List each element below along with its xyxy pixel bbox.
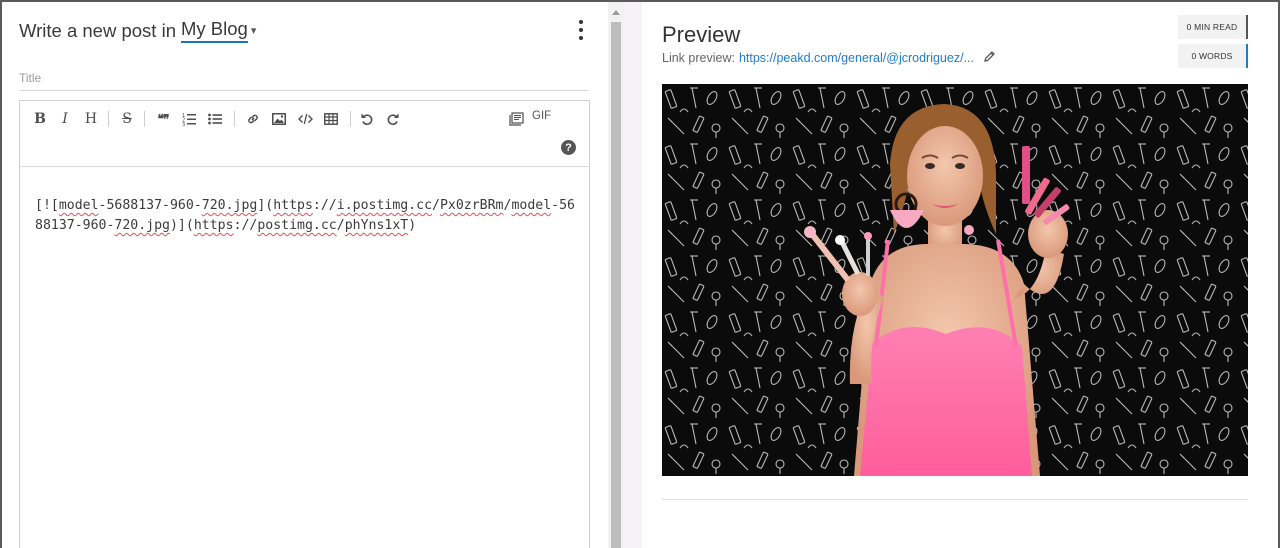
- scroll-up-icon[interactable]: [612, 10, 620, 15]
- md-text-segment: -5688137-960-: [98, 198, 202, 213]
- preview-image: [662, 84, 1248, 476]
- pencil-icon[interactable]: [983, 50, 996, 66]
- link-preview-url[interactable]: https://peakd.com/general/@jcrodriguez/.…: [739, 51, 974, 65]
- preview-divider: [662, 499, 1248, 500]
- blog-selector[interactable]: My Blog: [180, 18, 248, 43]
- bold-button[interactable]: B: [29, 109, 51, 129]
- svg-text:3: 3: [182, 122, 185, 126]
- unordered-list-icon[interactable]: [204, 109, 226, 129]
- link-preview-label: Link preview:: [662, 51, 735, 65]
- markdown-editor: B I H S ❝❞ 123 GIF ? [![model-5688137-96…: [19, 100, 590, 548]
- image-icon[interactable]: [268, 109, 290, 129]
- word-count-badge: 0 WORDS: [1178, 44, 1248, 68]
- md-text-segment: model: [58, 198, 99, 213]
- link-icon[interactable]: [242, 109, 264, 129]
- toolbar-divider: [108, 111, 109, 127]
- title-input[interactable]: [19, 65, 589, 91]
- editor-panel: Write a new post in My Blog ▾ B I H S ❝❞…: [2, 2, 608, 548]
- heading-button[interactable]: H: [80, 109, 102, 129]
- preview-panel: Preview Link preview: https://peakd.com/…: [642, 2, 1278, 548]
- undo-icon[interactable]: [356, 109, 378, 129]
- markdown-content[interactable]: [![model-5688137-960-720.jpg](https://i.…: [35, 196, 580, 236]
- ordered-list-icon[interactable]: 123: [178, 109, 200, 129]
- code-icon[interactable]: [294, 109, 316, 129]
- md-text-segment: https: [273, 198, 313, 213]
- md-text-segment: /: [432, 198, 440, 213]
- md-text-segment: https: [193, 218, 234, 233]
- md-text-segment: ): [408, 218, 417, 233]
- md-text-segment: i.postimg.cc: [336, 198, 433, 213]
- md-text-segment: Px0zrBRm: [439, 198, 504, 213]
- model-photo: [662, 84, 1248, 476]
- post-header-prefix: Write a new post in: [19, 19, 176, 41]
- md-text-segment: /: [336, 218, 345, 233]
- snippets-icon[interactable]: [506, 109, 528, 129]
- min-read-badge: 0 MIN READ: [1178, 15, 1248, 39]
- md-text-segment: model: [511, 198, 552, 213]
- italic-button[interactable]: I: [54, 109, 76, 129]
- post-header: Write a new post in My Blog ▾: [19, 18, 256, 43]
- toolbar-divider: [144, 111, 145, 127]
- kebab-menu-icon[interactable]: [576, 20, 586, 40]
- help-icon[interactable]: ?: [561, 140, 576, 155]
- quote-button[interactable]: ❝❞: [152, 109, 174, 129]
- chevron-down-icon[interactable]: ▾: [251, 24, 257, 37]
- link-preview: Link preview: https://peakd.com/general/…: [662, 50, 996, 66]
- md-text-segment: 720.jpg: [114, 218, 170, 233]
- md-text-segment: ://: [312, 198, 337, 213]
- toolbar-divider: [350, 111, 351, 127]
- editor-toolbar: B I H S ❝❞ 123 GIF ?: [20, 101, 589, 167]
- preview-gutter: [624, 2, 642, 548]
- md-text-segment: postimg.cc: [257, 218, 337, 233]
- table-icon[interactable]: [320, 109, 342, 129]
- toolbar-divider: [234, 111, 235, 127]
- strikethrough-button[interactable]: S: [116, 109, 138, 129]
- scroll-thumb[interactable]: [611, 22, 621, 548]
- md-text-segment: 720.jpg: [201, 198, 258, 213]
- app-frame: Write a new post in My Blog ▾ B I H S ❝❞…: [0, 0, 1280, 548]
- md-text-segment: ](: [257, 198, 274, 213]
- gif-button[interactable]: GIF: [532, 110, 551, 122]
- md-text-segment: [![: [35, 198, 59, 213]
- editor-scrollbar[interactable]: [608, 2, 624, 548]
- md-text-segment: phYns1xT: [344, 218, 409, 233]
- md-text-segment: ://: [233, 218, 258, 233]
- md-text-segment: )](: [169, 218, 194, 233]
- preview-title: Preview: [662, 22, 741, 47]
- redo-icon[interactable]: [382, 109, 404, 129]
